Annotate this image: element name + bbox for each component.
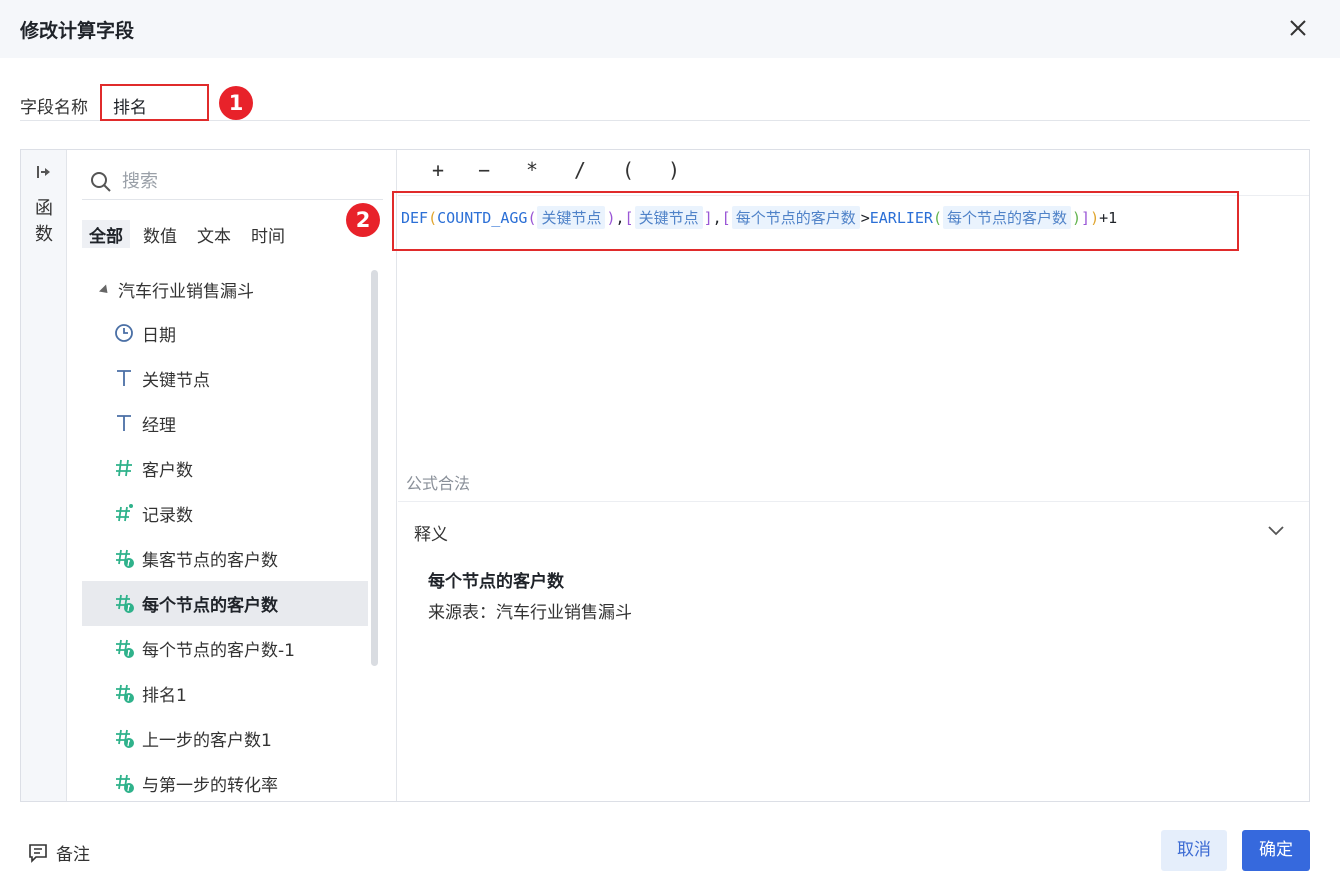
field-item-key-node[interactable]: 关键节点 [82, 356, 368, 401]
number-type-icon [116, 459, 132, 477]
field-item-per-node-count-1[interactable]: 每个节点的客户数-1 [82, 626, 368, 671]
description-field-name: 每个节点的客户数 [428, 572, 564, 592]
confirm-button[interactable]: 确定 [1242, 830, 1310, 871]
tab-time[interactable]: 时间 [244, 220, 292, 248]
formula-field-chip[interactable]: 关键节点 [537, 206, 606, 229]
formula-countd: COUNTD_AGG [437, 208, 528, 227]
text-type-icon [117, 370, 131, 386]
field-item-acquire-node-count[interactable]: 集客节点的客户数 [82, 536, 368, 581]
collapse-triangle-icon [98, 284, 112, 297]
field-item-rank-1[interactable]: 排名1 [82, 671, 368, 716]
table-node[interactable]: 汽车行业销售漏斗 [98, 277, 254, 302]
formula-highlight-box: DEF(COUNTD_AGG(关键节点),[关键节点],[每个节点的客户数 > EA… [392, 191, 1239, 251]
field-item-customer-count[interactable]: 客户数 [82, 446, 368, 491]
description-source: 来源表：汽车行业销售漏斗 [428, 603, 632, 623]
formula-input[interactable]: DEF(COUNTD_AGG(关键节点),[关键节点],[每个节点的客户数 > EA… [401, 206, 1117, 229]
note-button[interactable]: 备注 [28, 840, 90, 865]
formula-earlier: EARLIER [869, 208, 933, 227]
expand-arrow-icon [37, 166, 50, 178]
field-list-scrollbar[interactable] [371, 270, 378, 666]
clock-icon [115, 324, 133, 342]
comment-icon [29, 843, 47, 863]
type-filter-tabs: 全部 数值 文本 时间 [82, 220, 292, 248]
field-name-row: 字段名称 排名 [20, 84, 1310, 121]
search-box [82, 162, 383, 200]
formula-editor: + − * / ( ) DEF(COUNTD_AGG(关键节点),[关键节点],… [392, 150, 1309, 801]
op-lparen-button[interactable]: ( [622, 158, 634, 182]
description-panel: 释义 每个节点的客户数 来源表：汽车行业销售漏斗 [398, 501, 1309, 801]
calc-number-icon [116, 774, 134, 793]
note-label: 备注 [56, 845, 90, 865]
field-item-conversion-rate[interactable]: 与第一步的转化率 [82, 761, 368, 801]
tab-all[interactable]: 全部 [82, 220, 130, 248]
op-divide-button[interactable]: / [574, 158, 586, 182]
op-minus-button[interactable]: − [478, 158, 490, 182]
field-item-prev-step-count[interactable]: 上一步的客户数1 [82, 716, 368, 761]
field-item-date[interactable]: 日期 [82, 311, 368, 356]
field-name-label: 字段名称 [20, 98, 88, 118]
tab-number[interactable]: 数值 [136, 220, 184, 248]
field-item-manager[interactable]: 经理 [82, 401, 368, 446]
field-item-record-count[interactable]: 记录数 [82, 491, 368, 536]
close-icon[interactable] [1286, 16, 1310, 40]
formula-field-chip[interactable]: 每个节点的客户数 [731, 206, 860, 229]
field-list-panel: 全部 数值 文本 时间 汽车行业销售漏斗 日期 关键节点 [68, 150, 397, 801]
editor-panel: 函数 全部 数值 文本 时间 汽车行业销售漏斗 日期 [20, 149, 1310, 802]
formula-suffix: +1 [1099, 208, 1118, 227]
op-rparen-button[interactable]: ) [668, 158, 680, 182]
op-plus-button[interactable]: + [432, 158, 444, 182]
function-toggle[interactable]: 函数 [21, 150, 67, 801]
text-type-icon [117, 415, 131, 431]
calc-number-icon [116, 594, 134, 613]
number-star-icon [116, 504, 133, 522]
search-icon [91, 172, 111, 192]
tab-text[interactable]: 文本 [190, 220, 238, 248]
table-name: 汽车行业销售漏斗 [118, 282, 254, 302]
search-input[interactable] [122, 168, 372, 194]
calc-number-icon [116, 639, 134, 658]
formula-def: DEF [401, 208, 429, 227]
function-label: 函数 [35, 198, 53, 245]
operator-toolbar: + − * / ( ) [398, 150, 1309, 196]
annotation-badge-1: 1 [219, 86, 253, 120]
calc-number-icon [116, 549, 134, 568]
dialog-title: 修改计算字段 [20, 20, 135, 42]
calc-number-icon [116, 684, 134, 703]
cancel-button[interactable]: 取消 [1161, 830, 1227, 871]
annotation-badge-2: 2 [346, 203, 380, 237]
calc-number-icon [116, 729, 134, 748]
description-title: 释义 [414, 525, 448, 545]
formula-field-chip[interactable]: 关键节点 [634, 206, 703, 229]
dialog-header: 修改计算字段 [0, 0, 1340, 58]
chevron-down-icon[interactable] [1266, 520, 1286, 540]
op-multiply-button[interactable]: * [526, 158, 538, 182]
field-item-per-node-count[interactable]: 每个节点的客户数 [82, 581, 368, 626]
field-name-input[interactable]: 排名 [100, 84, 209, 121]
validation-status: 公式合法 [406, 474, 471, 493]
formula-field-chip[interactable]: 每个节点的客户数 [942, 206, 1071, 229]
